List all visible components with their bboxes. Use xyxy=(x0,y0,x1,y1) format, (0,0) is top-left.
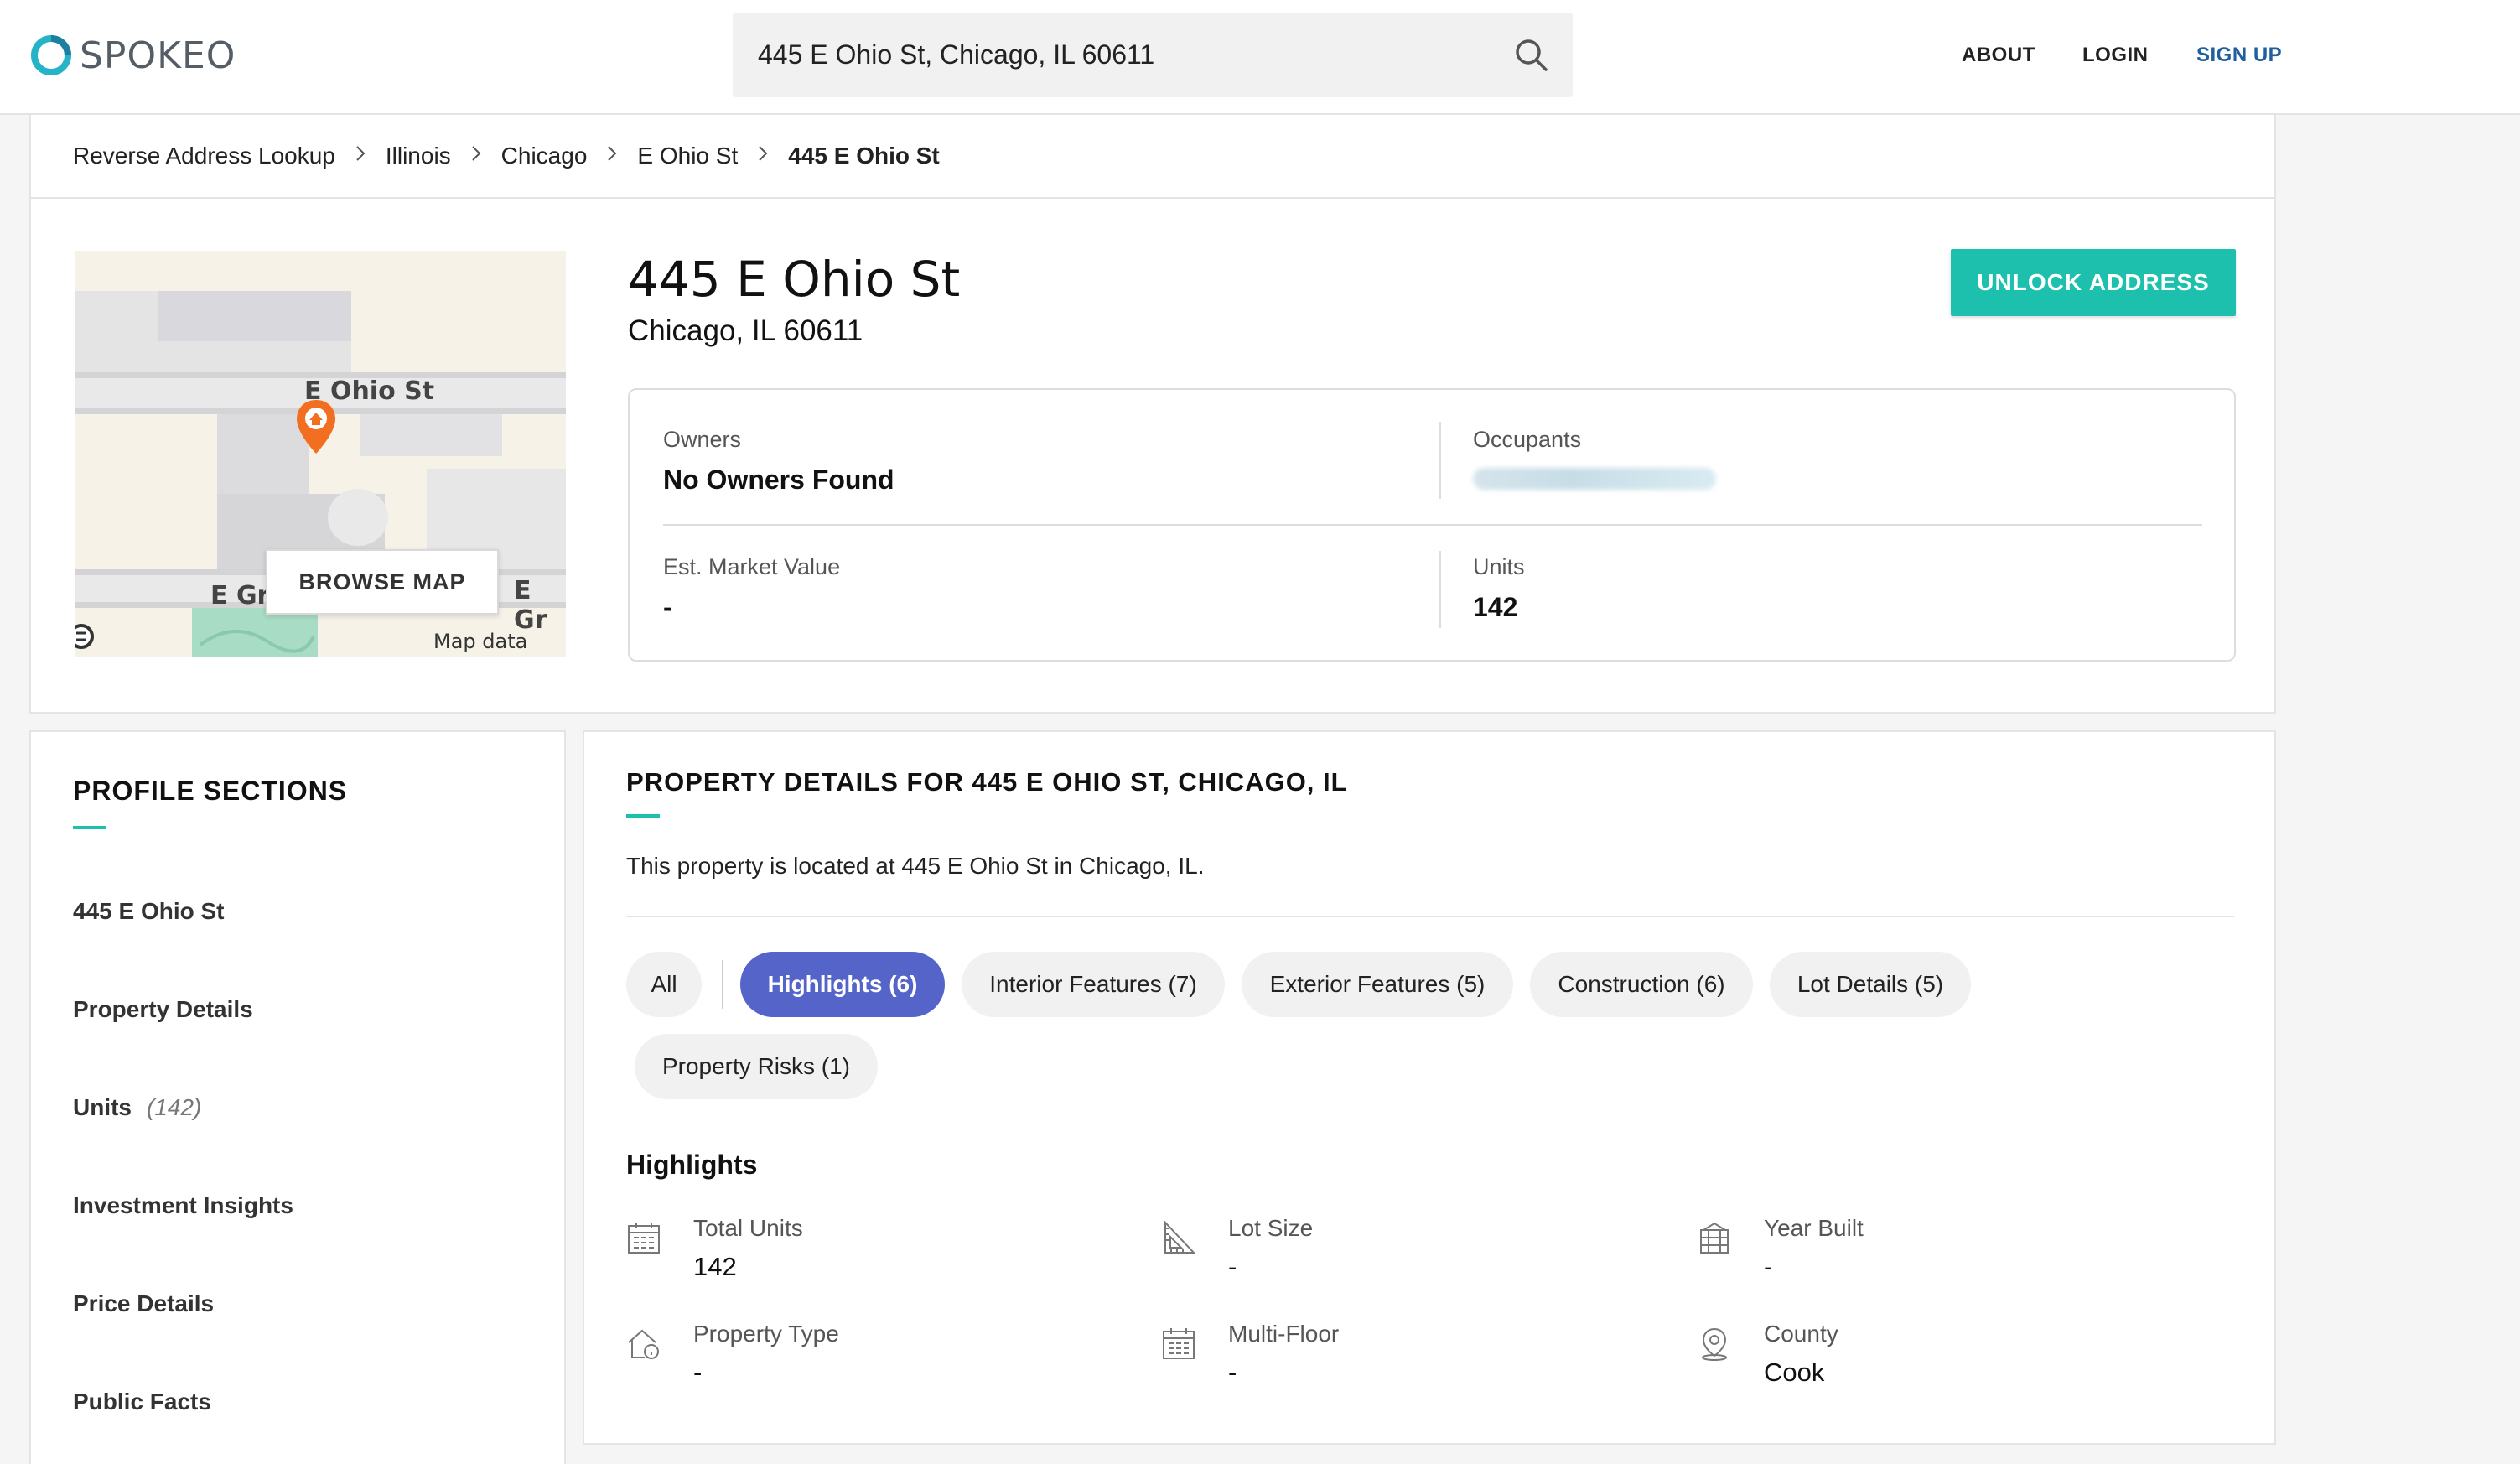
breadcrumb-illinois[interactable]: Illinois xyxy=(386,143,451,169)
units-value: 142 xyxy=(1473,592,1518,622)
filter-pill-construction[interactable]: Construction (6) xyxy=(1530,952,1753,1017)
building-icon xyxy=(1700,1222,1729,1254)
sidebar-item-address[interactable]: 445 E Ohio St xyxy=(73,898,225,925)
units-cell: Units 142 xyxy=(1473,554,1525,623)
logo-text: SPOKEO xyxy=(80,34,236,77)
map-provider-logo xyxy=(75,624,94,649)
browse-map-button[interactable]: BROWSE MAP xyxy=(266,549,499,615)
map-cross-street-left: E Gr xyxy=(210,581,270,610)
info-divider xyxy=(1439,551,1441,628)
breadcrumb: Reverse Address Lookup Illinois Chicago … xyxy=(29,115,2276,199)
search-icon[interactable] xyxy=(1512,36,1551,75)
units-count: (142) xyxy=(147,1094,202,1120)
sidebar-item-units[interactable]: Units (142) xyxy=(73,1094,201,1121)
location-pin-icon xyxy=(1702,1327,1727,1361)
sidebar-item-property-details[interactable]: Property Details xyxy=(73,996,253,1023)
market-value-label: Est. Market Value xyxy=(663,554,841,579)
location-marker-icon xyxy=(297,400,335,454)
chevron-right-icon xyxy=(335,143,386,169)
chevron-right-icon xyxy=(587,143,637,169)
owners-value: No Owners Found xyxy=(663,465,894,495)
title-underline xyxy=(73,826,106,829)
calendar-grid-icon xyxy=(628,1223,660,1254)
feature-value: 142 xyxy=(693,1252,737,1281)
info-divider xyxy=(663,524,2202,526)
breadcrumb-current-address: 445 E Ohio St xyxy=(788,143,940,169)
breadcrumb-e-ohio-st[interactable]: E Ohio St xyxy=(637,143,738,169)
floors-grid-icon xyxy=(1163,1328,1195,1359)
address-city-line: Chicago, IL 60611 xyxy=(628,314,863,347)
owners-label: Owners xyxy=(663,427,742,452)
section-divider xyxy=(626,916,2234,917)
ruler-triangle-icon xyxy=(1164,1220,1196,1254)
owners-cell: Owners No Owners Found xyxy=(663,427,894,496)
chevron-right-icon xyxy=(738,143,788,169)
section-description: This property is located at 445 E Ohio S… xyxy=(626,853,1205,879)
feature-value: - xyxy=(1764,1252,1773,1281)
market-value-value: - xyxy=(663,592,672,622)
filter-pill-property-risks[interactable]: Property Risks (1) xyxy=(635,1034,878,1099)
breadcrumb-reverse-address-lookup[interactable]: Reverse Address Lookup xyxy=(73,143,335,169)
info-divider xyxy=(1439,422,1441,499)
feature-value: Cook xyxy=(1764,1358,1825,1387)
property-details-section: PROPERTY DETAILS FOR 445 E OHIO ST, CHIC… xyxy=(583,730,2276,1445)
feature-label: County xyxy=(1764,1321,1838,1347)
address-title: 445 E Ohio St xyxy=(628,251,961,308)
spokeo-logo-icon xyxy=(31,35,71,75)
map-attribution: Map data ©20 xyxy=(433,630,528,657)
breadcrumb-chicago[interactable]: Chicago xyxy=(501,143,588,169)
filter-pill-lot-details[interactable]: Lot Details (5) xyxy=(1770,952,1971,1017)
feature-label: Lot Size xyxy=(1228,1215,1314,1241)
feature-value: - xyxy=(1228,1358,1237,1387)
sidebar-item-label: Units xyxy=(73,1094,132,1120)
unlock-address-button[interactable]: UNLOCK ADDRESS xyxy=(1951,249,2236,316)
occupants-blurred-value[interactable] xyxy=(1473,468,1716,490)
house-info-icon xyxy=(628,1329,659,1359)
filter-pill-all[interactable]: All xyxy=(626,952,702,1017)
occupants-cell: Occupants xyxy=(1473,427,1716,490)
spokeo-logo[interactable]: SPOKEO xyxy=(29,32,236,79)
highlights-heading: Highlights xyxy=(626,1150,758,1180)
filter-divider xyxy=(722,960,723,1009)
feature-value: - xyxy=(1228,1252,1237,1281)
feature-label: Year Built xyxy=(1764,1215,1864,1241)
search-bar xyxy=(733,13,1573,97)
login-link[interactable]: LOGIN xyxy=(2082,44,2149,67)
section-title: PROPERTY DETAILS FOR 445 E OHIO ST, CHIC… xyxy=(626,767,1348,797)
map-cross-street-right: E Gr xyxy=(514,576,547,635)
feature-label: Multi-Floor xyxy=(1228,1321,1340,1347)
filter-pill-exterior-features[interactable]: Exterior Features (5) xyxy=(1242,952,1513,1017)
sidebar-item-price-details[interactable]: Price Details xyxy=(73,1290,214,1317)
filter-pill-interior-features[interactable]: Interior Features (7) xyxy=(962,952,1225,1017)
top-navigation-bar: SPOKEO ABOUT LOGIN SIGN UP xyxy=(0,0,2520,115)
profile-sections-sidebar: PROFILE SECTIONS 445 E Ohio St Property … xyxy=(29,730,566,1464)
feature-value: - xyxy=(693,1358,703,1387)
address-info-box: Owners No Owners Found Occupants Est. Ma… xyxy=(628,388,2236,662)
filter-pill-highlights[interactable]: Highlights (6) xyxy=(740,952,945,1017)
address-search-input[interactable] xyxy=(758,39,1479,70)
feature-label: Total Units xyxy=(693,1215,803,1241)
market-value-cell: Est. Market Value - xyxy=(663,554,840,623)
title-underline xyxy=(626,814,660,818)
address-summary-panel: E Ohio St E Gr E Gr Map data ©20 BROWSE … xyxy=(29,199,2276,714)
occupants-label: Occupants xyxy=(1473,427,1582,452)
units-label: Units xyxy=(1473,554,1525,579)
sidebar-item-investment-insights[interactable]: Investment Insights xyxy=(73,1192,293,1219)
chevron-right-icon xyxy=(451,143,501,169)
map-thumbnail[interactable]: E Ohio St E Gr E Gr Map data ©20 BROWSE … xyxy=(75,251,566,657)
feature-label: Property Type xyxy=(693,1321,839,1347)
about-link[interactable]: ABOUT xyxy=(1962,44,2035,67)
sidebar-title: PROFILE SECTIONS xyxy=(73,776,348,806)
signup-link[interactable]: SIGN UP xyxy=(2196,44,2282,67)
sidebar-item-public-facts[interactable]: Public Facts xyxy=(73,1389,211,1415)
